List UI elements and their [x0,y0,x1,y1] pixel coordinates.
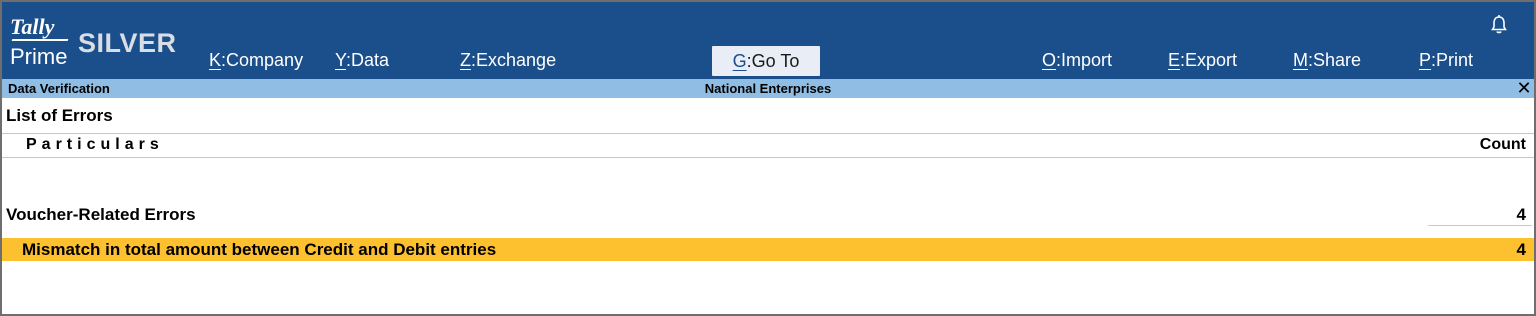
screen-title: Data Verification [8,81,110,96]
menu-print-key: P [1419,50,1432,70]
menu-data-label: Data [351,50,390,70]
error-group-name: Voucher-Related Errors [6,205,196,224]
menu-company[interactable]: K:Company [209,50,303,71]
column-header-count: Count [1479,136,1526,153]
bell-icon[interactable] [1489,14,1509,36]
header-divider-top [2,133,1534,134]
menu-import[interactable]: O:Import [1042,50,1112,71]
menu-share-label: Share [1313,50,1362,70]
app-window: Tally Prime SILVER K:Company Y:Data Z:Ex… [0,0,1536,316]
menu-goto-key: G [732,51,747,71]
header-divider-bottom [2,157,1534,158]
menu-company-key: K [209,50,222,70]
menu-company-label: Company [226,50,304,70]
menu-exchange-key: Z [460,50,471,70]
menu-data[interactable]: Y:Data [335,50,389,71]
group-count-underline [1428,225,1532,226]
menu-data-key: Y [335,50,347,70]
column-header-particulars: Particulars [26,136,164,153]
error-item-row-selected[interactable]: Mismatch in total amount between Credit … [2,238,1534,261]
error-item-count: 4 [1516,240,1526,259]
menu-share[interactable]: M:Share [1293,50,1361,71]
screen-header-bar: National Enterprises Data Verification ✕ [2,79,1534,98]
tally-prime-logo: Tally Prime SILVER [8,14,183,74]
menu-share-key: M [1293,50,1308,70]
menu-import-key: O [1042,50,1057,70]
menu-print[interactable]: P:Print [1419,50,1473,71]
edition-label: SILVER [78,28,177,58]
logo-prime-text: Prime [10,44,68,69]
report-title: List of Errors [6,106,113,125]
menu-export[interactable]: E:Export [1168,50,1237,71]
menu-import-label: Import [1061,50,1113,70]
error-group-count: 4 [1516,205,1526,224]
logo-tally-text: Tally [10,14,55,39]
menu-export-label: Export [1185,50,1238,70]
menu-exchange[interactable]: Z:Exchange [460,50,556,71]
top-menu-bar: Tally Prime SILVER K:Company Y:Data Z:Ex… [2,2,1534,79]
menu-print-label: Print [1436,50,1474,70]
company-name: National Enterprises [704,81,832,96]
logo-underline [11,39,69,41]
error-item-name: Mismatch in total amount between Credit … [22,240,497,259]
error-group-row[interactable]: Voucher-Related Errors 4 [2,205,1534,227]
close-icon[interactable]: ✕ [1515,79,1533,98]
menu-goto-button[interactable]: G:Go To [712,46,820,76]
menu-goto-label: Go To [751,51,800,71]
menu-export-key: E [1168,50,1181,70]
menu-exchange-label: Exchange [476,50,557,70]
